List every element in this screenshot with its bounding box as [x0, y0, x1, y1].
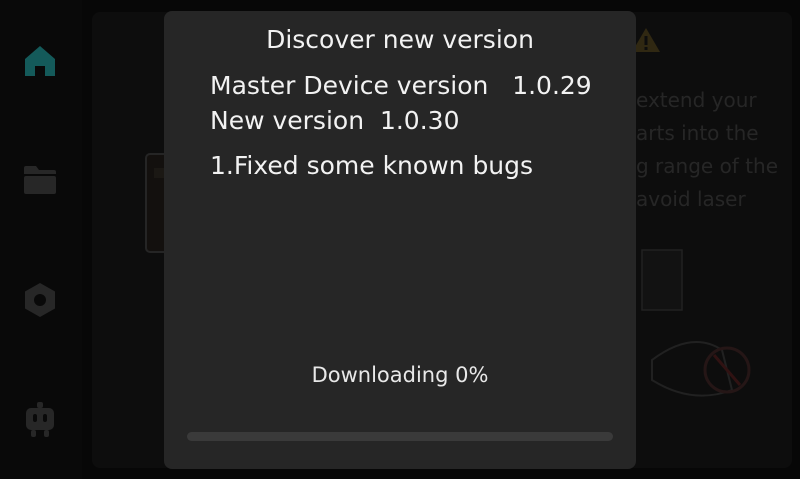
- new-version-value: 1.0.30: [379, 106, 460, 135]
- master-version-value: 1.0.29: [512, 71, 592, 100]
- master-version-label: Master Device version: [210, 71, 489, 100]
- changelog-item: 1.Fixed some known bugs: [210, 151, 534, 180]
- update-dialog: Discover new version Master Device versi…: [164, 11, 636, 469]
- master-version-row: Master Device version 1.0.29: [210, 71, 592, 100]
- new-version-label: New version: [210, 106, 365, 135]
- new-version-row: New version 1.0.30: [210, 106, 459, 135]
- download-status: Downloading 0%: [311, 363, 489, 387]
- download-progress-bar: [187, 432, 613, 441]
- dialog-title: Discover new version: [266, 25, 534, 54]
